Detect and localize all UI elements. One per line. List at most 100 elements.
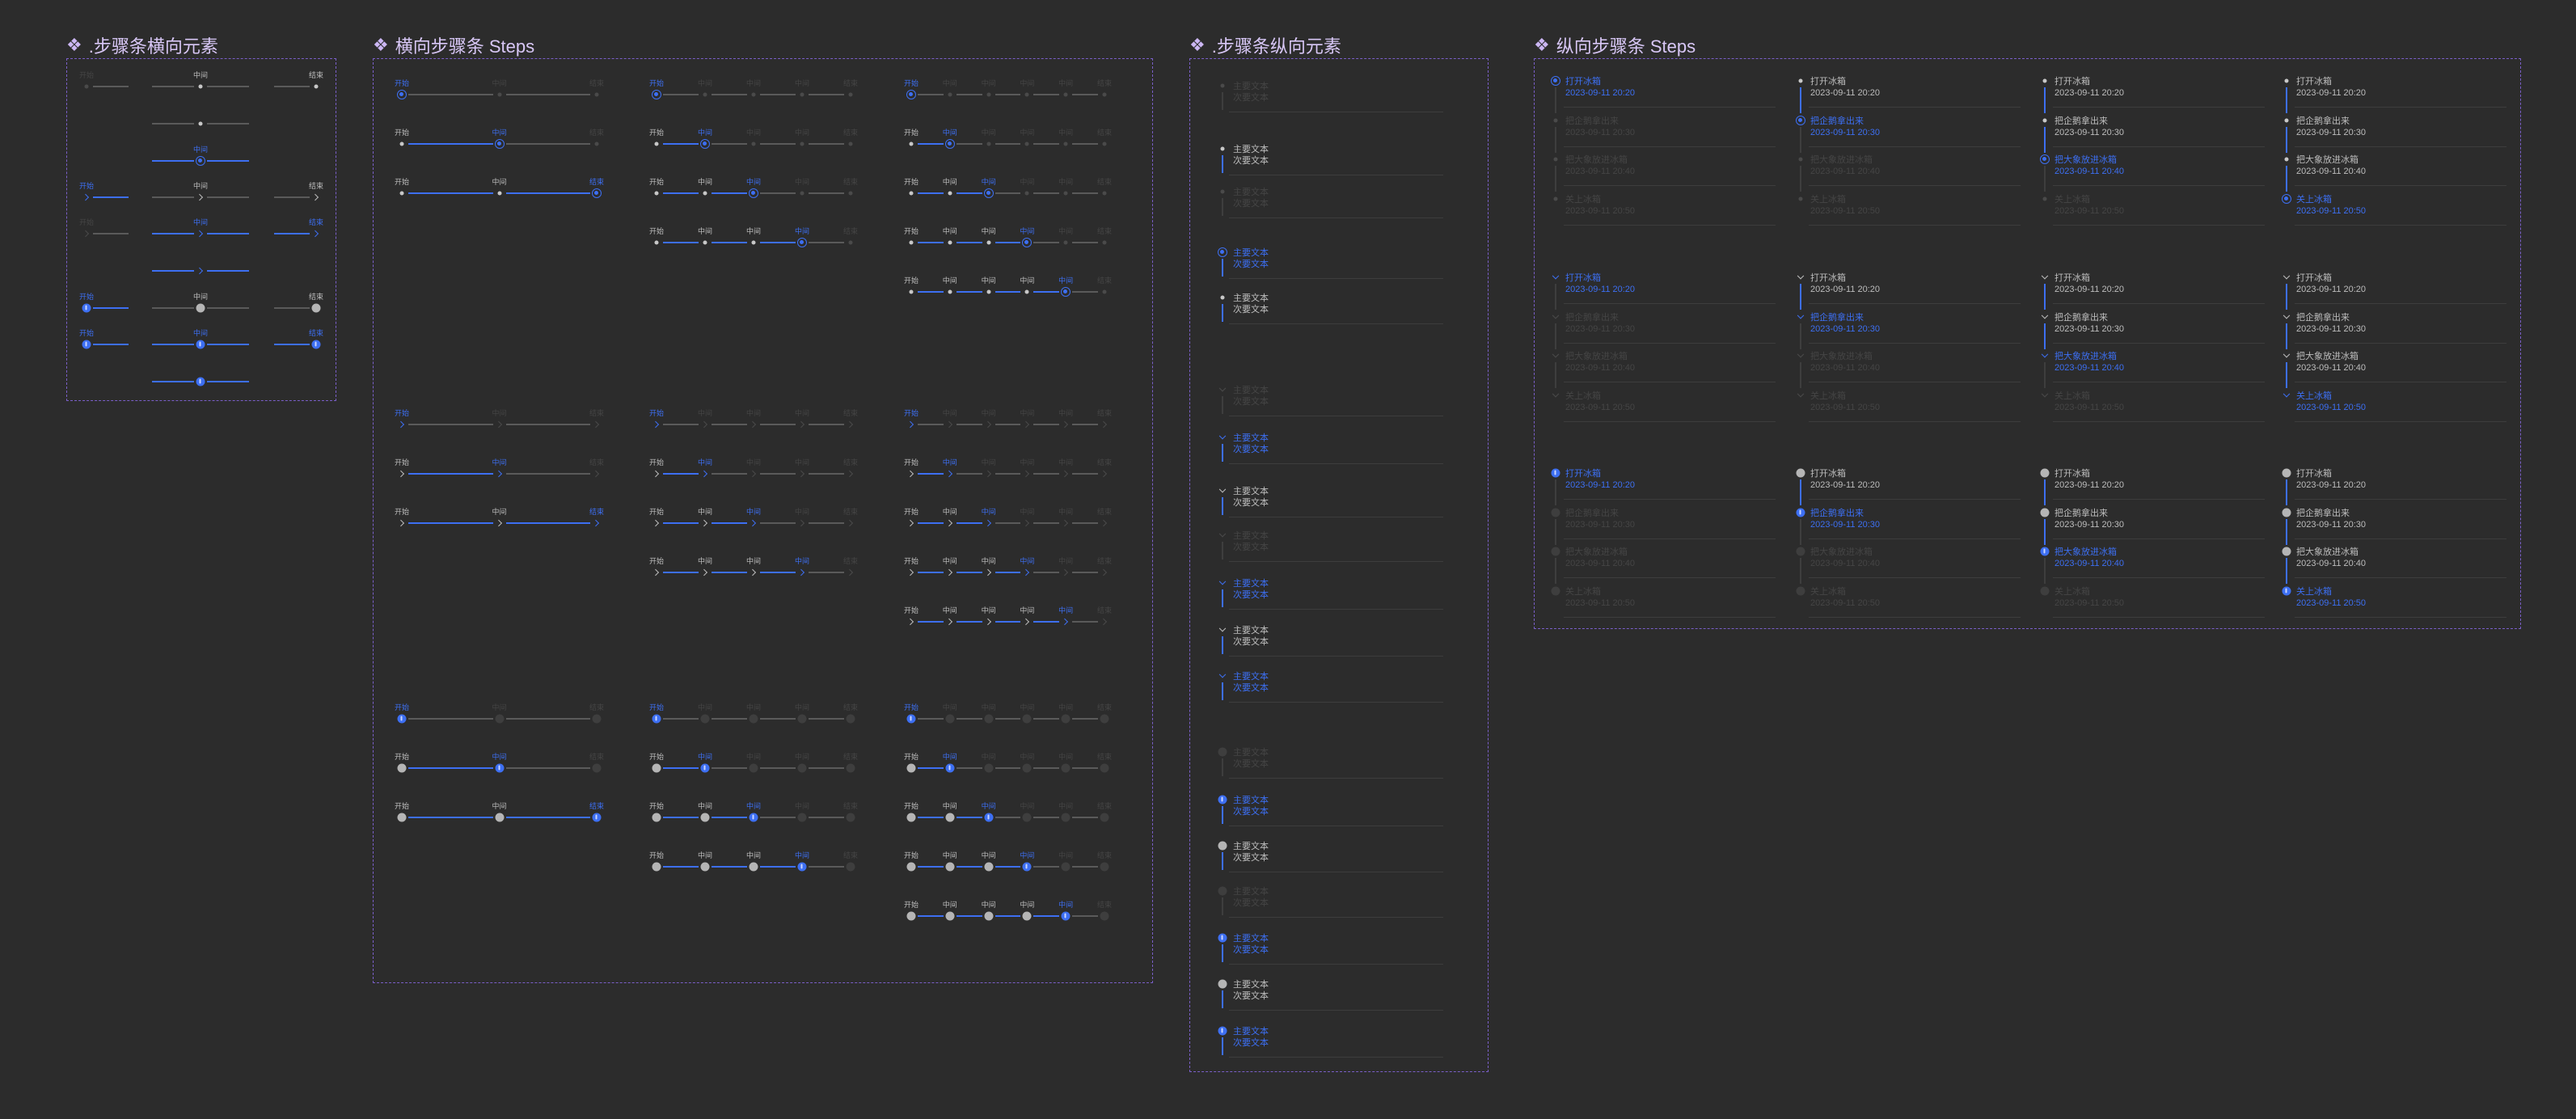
step-connector-vertical <box>2286 166 2287 192</box>
step-dot-icon <box>1024 289 1029 294</box>
step-connector <box>809 424 844 425</box>
step-connector-vertical <box>1222 198 1223 216</box>
step-connector-vertical <box>2286 323 2287 349</box>
step-circle-icon <box>1022 714 1032 724</box>
step-label: 中间 <box>1020 458 1035 467</box>
step-connector <box>1072 192 1098 194</box>
step-ring-icon <box>1796 115 1805 125</box>
step-label: 中间 <box>794 508 810 516</box>
step-label: 开始 <box>394 79 410 87</box>
step-connector <box>152 196 194 198</box>
step-connector <box>956 621 982 623</box>
step-circle-icon <box>906 911 916 921</box>
step-connector-vertical <box>2044 87 2046 113</box>
step-divider <box>1809 538 2021 539</box>
step-label: 中间 <box>697 557 713 565</box>
step-dot-icon <box>751 240 756 245</box>
step-dot-icon <box>1102 289 1107 294</box>
step-connector-vertical <box>1555 558 1556 584</box>
step-primary-text: 主要文本 <box>1233 433 1269 443</box>
step-label: 中间 <box>794 129 810 137</box>
step-circle-icon <box>1218 933 1227 943</box>
step-circle-icon <box>906 813 916 822</box>
step-connector <box>760 866 796 868</box>
step-circle-icon <box>652 714 661 724</box>
step-connector <box>995 143 1021 145</box>
step-divider <box>1229 278 1443 279</box>
step-circle-icon <box>397 763 407 773</box>
step-label: 中间 <box>697 753 713 761</box>
step-title: 打开冰箱 <box>2054 469 2090 479</box>
step-connector <box>1033 291 1060 293</box>
step-label: 中间 <box>745 79 762 87</box>
step-connector <box>274 196 310 198</box>
section-title-h-elements: ❖ .步骤条横向元素 <box>66 35 218 57</box>
step-connector <box>152 233 194 234</box>
step-connector-vertical <box>1222 155 1223 173</box>
step-time: 2023-09-11 20:50 <box>1810 598 1881 608</box>
step-circle-icon <box>945 911 955 921</box>
step-connector-vertical <box>1555 126 1556 153</box>
step-circle-icon <box>1061 763 1071 773</box>
step-time: 2023-09-11 20:40 <box>2054 363 2125 373</box>
step-label: 中间 <box>794 178 810 186</box>
step-secondary-text: 次要文本 <box>1233 445 1269 454</box>
step-circle-icon <box>1218 747 1227 757</box>
step-title: 把大象放进冰箱 <box>2054 352 2117 361</box>
step-time: 2023-09-11 20:50 <box>2054 598 2125 608</box>
step-circle-icon <box>749 763 758 773</box>
step-circle-icon <box>700 813 710 822</box>
step-primary-text: 主要文本 <box>1233 248 1269 258</box>
step-divider <box>1564 616 1776 618</box>
step-dot-icon <box>654 191 659 196</box>
step-time: 2023-09-11 20:50 <box>2296 598 2367 608</box>
step-connector <box>760 522 796 524</box>
step-title: 把大象放进冰箱 <box>1565 352 1628 361</box>
step-divider <box>1564 538 1776 539</box>
step-label: 开始 <box>648 802 665 810</box>
step-connector <box>918 866 944 868</box>
step-label: 中间 <box>794 703 810 712</box>
step-connector <box>956 473 982 475</box>
step-label: 结束 <box>1096 409 1113 417</box>
step-time: 2023-09-11 20:50 <box>1565 205 1636 216</box>
step-connector <box>1033 473 1060 475</box>
step-label: 结束 <box>308 71 324 79</box>
step-time: 2023-09-11 20:50 <box>1810 402 1881 412</box>
step-title: 把大象放进冰箱 <box>1565 155 1628 165</box>
step-label: 中间 <box>192 71 209 79</box>
step-circle-icon <box>2282 547 2291 556</box>
step-connector <box>995 522 1021 524</box>
step-ring-icon <box>983 188 994 198</box>
step-title: 把企鹅拿出来 <box>2296 508 2350 518</box>
step-connector-vertical <box>1222 897 1223 915</box>
step-primary-text: 主要文本 <box>1233 293 1269 303</box>
step-connector <box>1072 572 1098 573</box>
step-divider <box>2295 616 2506 618</box>
step-connector <box>918 424 944 425</box>
step-circle-icon <box>984 862 994 872</box>
step-circle-icon <box>2282 468 2291 478</box>
step-dot-icon <box>1220 146 1225 151</box>
step-connector <box>408 817 493 818</box>
step-divider <box>1564 420 1776 422</box>
step-connector <box>995 192 1021 194</box>
step-label: 中间 <box>1020 606 1035 614</box>
step-time: 2023-09-11 20:30 <box>1565 127 1636 137</box>
step-time: 2023-09-11 20:30 <box>1810 127 1881 137</box>
step-label: 中间 <box>1058 129 1074 137</box>
step-secondary-text: 次要文本 <box>1233 93 1269 103</box>
step-label: 结束 <box>842 227 859 235</box>
step-label: 结束 <box>589 79 605 87</box>
step-primary-text: 主要文本 <box>1233 145 1269 154</box>
step-dot-icon <box>654 240 659 245</box>
step-circle-icon <box>1100 714 1109 724</box>
step-label: 开始 <box>394 802 410 810</box>
step-label: 结束 <box>1096 227 1113 235</box>
step-time: 2023-09-11 20:40 <box>2296 363 2367 373</box>
step-connector <box>995 817 1021 818</box>
step-secondary-text: 次要文本 <box>1233 1038 1269 1048</box>
step-label: 开始 <box>903 227 919 235</box>
step-divider <box>2295 538 2506 539</box>
step-connector <box>995 242 1021 243</box>
